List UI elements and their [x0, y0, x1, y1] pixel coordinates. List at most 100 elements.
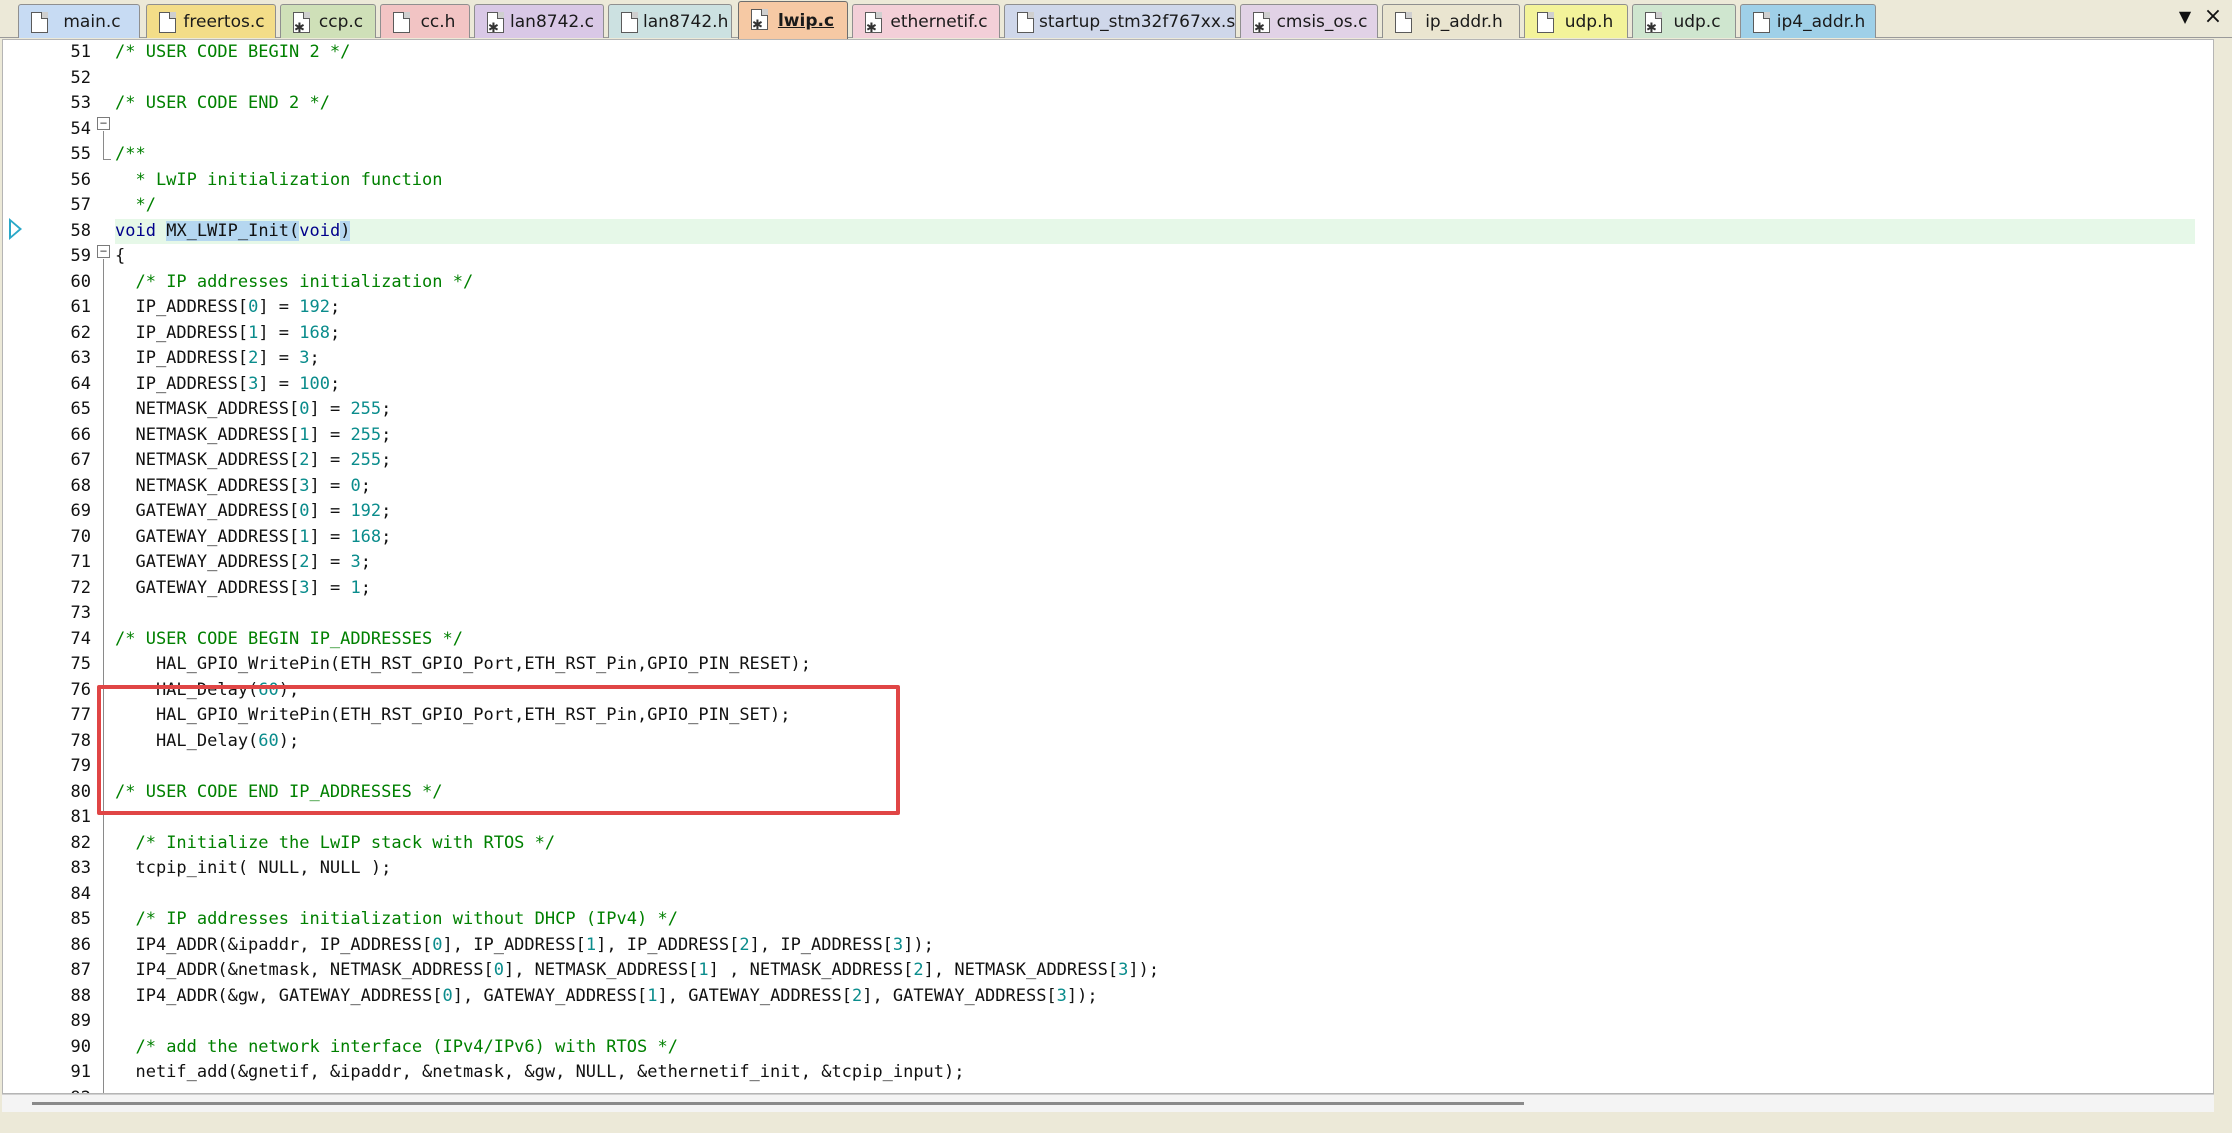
tab-ccp-c[interactable]: ccp.c — [280, 4, 376, 38]
horizontal-scrollbar-thumb[interactable] — [32, 1102, 1524, 1105]
code-line[interactable]: NETMASK_ADDRESS[3] = 0; — [115, 474, 2195, 500]
code-token: ], IP_ADDRESS[ — [749, 934, 893, 955]
code-line[interactable]: GATEWAY_ADDRESS[3] = 1; — [115, 576, 2195, 602]
code-line[interactable]: /* add the network interface (IPv4/IPv6)… — [115, 1035, 2195, 1061]
file-tab-bar: main.c freertos.c ccp.c cc.h lan8742.c lan874… — [0, 0, 2232, 39]
code-line[interactable]: void MX_LWIP_Init(void) — [115, 218, 2195, 244]
code-line[interactable]: */ — [115, 193, 2195, 219]
code-line[interactable] — [115, 66, 2195, 92]
code-token: ] = — [309, 475, 351, 496]
fold-margin[interactable]: − − — [93, 40, 113, 1093]
code-line[interactable]: IP_ADDRESS[0] = 192; — [115, 295, 2195, 321]
tab-ip-addr-h[interactable]: ip_addr.h — [1382, 4, 1520, 38]
chevron-down-icon[interactable]: ▼ — [2174, 6, 2196, 28]
line-number: 73 — [70, 603, 91, 623]
code-token: ); — [278, 730, 300, 751]
tab-ethernetif-c[interactable]: ethernetif.c — [852, 4, 1000, 38]
tab-cmsis-os-c[interactable]: cmsis_os.c — [1240, 4, 1378, 38]
code-line[interactable]: IP_ADDRESS[2] = 3; — [115, 346, 2195, 372]
code-line[interactable]: HAL_GPIO_WritePin(ETH_RST_GPIO_Port,ETH_… — [115, 652, 2195, 678]
code-line[interactable] — [115, 117, 2195, 143]
horizontal-scrollbar[interactable] — [2, 1094, 2214, 1112]
code-token: /* add the network interface (IPv4/IPv6)… — [135, 1036, 678, 1057]
close-icon[interactable]: × — [2202, 6, 2224, 28]
code-token: 2 — [248, 348, 259, 368]
tab-lan8742-c[interactable]: lan8742.c — [474, 4, 604, 38]
code-line[interactable]: { — [115, 244, 2195, 270]
line-number: 91 — [70, 1062, 91, 1082]
code-line[interactable]: GATEWAY_ADDRESS[2] = 3; — [115, 550, 2195, 576]
code-token: HAL_Delay( — [115, 730, 259, 751]
code-token: /** — [115, 144, 146, 164]
code-line[interactable] — [115, 805, 2195, 831]
code-line[interactable]: /* IP addresses initialization without D… — [115, 907, 2195, 933]
code-line[interactable]: /* USER CODE BEGIN 2 */ — [115, 40, 2195, 66]
code-token: 1 — [647, 985, 658, 1006]
code-line[interactable]: /* USER CODE END IP_ADDRESSES */ — [115, 780, 2195, 806]
code-line[interactable]: /** — [115, 142, 2195, 168]
code-line[interactable]: NETMASK_ADDRESS[1] = 255; — [115, 423, 2195, 449]
code-line[interactable]: tcpip_init( NULL, NULL ); — [115, 856, 2195, 882]
code-line[interactable]: IP4_ADDR(&ipaddr, IP_ADDRESS[0], IP_ADDR… — [115, 933, 2195, 959]
code-line[interactable]: IP4_ADDR(&netmask, NETMASK_ADDRESS[0], N… — [115, 958, 2195, 984]
code-token: IP4_ADDR(&gw, GATEWAY_ADDRESS[ — [115, 985, 443, 1006]
code-line[interactable]: HAL_Delay(60); — [115, 678, 2195, 704]
code-line[interactable]: NETMASK_ADDRESS[0] = 255; — [115, 397, 2195, 423]
tab-lan8742-h[interactable]: lan8742.h — [608, 4, 732, 38]
fold-guide — [103, 131, 104, 159]
code-line[interactable]: IP4_ADDR(&gw, GATEWAY_ADDRESS[0], GATEWA… — [115, 984, 2195, 1010]
code-line[interactable]: /* USER CODE BEGIN IP_ADDRESSES */ — [115, 627, 2195, 653]
code-token: 2 — [299, 552, 310, 572]
tab-label: main.c — [63, 12, 121, 32]
code-line[interactable]: HAL_Delay(60); — [115, 729, 2195, 755]
code-line[interactable]: HAL_GPIO_WritePin(ETH_RST_GPIO_Port,ETH_… — [115, 703, 2195, 729]
code-line[interactable]: GATEWAY_ADDRESS[0] = 192; — [115, 499, 2195, 525]
tab-udp-c[interactable]: udp.c — [1632, 4, 1736, 38]
code-token: ], GATEWAY_ADDRESS[ — [657, 985, 852, 1006]
tab-udp-h[interactable]: udp.h — [1524, 4, 1628, 38]
code-line[interactable]: * LwIP initialization function — [115, 168, 2195, 194]
code-area[interactable]: /* USER CODE BEGIN 2 */ /* USER CODE END … — [115, 40, 2195, 1093]
breakpoint-margin[interactable] — [3, 40, 29, 1093]
tab-startup-stm32f767xx-s[interactable]: startup_stm32f767xx.s — [1004, 4, 1236, 38]
fold-toggle-icon[interactable]: − — [97, 245, 110, 258]
code-line[interactable]: GATEWAY_ADDRESS[1] = 168; — [115, 525, 2195, 551]
tab-cc-h[interactable]: cc.h — [380, 4, 470, 38]
code-line[interactable] — [115, 1086, 2195, 1094]
code-line[interactable]: /* IP addresses initialization */ — [115, 270, 2195, 296]
line-number: 82 — [70, 832, 91, 853]
line-number: 56 — [70, 169, 91, 190]
tab-label: ip_addr.h — [1425, 12, 1503, 32]
code-line[interactable] — [115, 1009, 2195, 1035]
line-number: 65 — [70, 399, 91, 419]
code-line[interactable]: /* USER CODE END 2 */ — [115, 91, 2195, 117]
tab-freertos-c[interactable]: freertos.c — [146, 4, 276, 38]
tab-lwip-c[interactable]: lwip.c — [738, 1, 848, 39]
code-line[interactable] — [115, 601, 2195, 627]
tab-ip4-addr-h[interactable]: ip4_addr.h — [1740, 4, 1876, 38]
code-token: 255 — [350, 450, 382, 470]
code-token: ; — [309, 348, 320, 368]
code-line[interactable] — [115, 754, 2195, 780]
vertical-scrollbar-thumb[interactable] — [2213, 340, 2214, 540]
line-number: 69 — [70, 501, 91, 521]
code-line[interactable] — [115, 882, 2195, 908]
code-token: 2 — [851, 985, 863, 1006]
fold-toggle-icon[interactable]: − — [97, 117, 110, 130]
tab-main-c[interactable]: main.c — [18, 4, 140, 38]
code-line[interactable]: netif_add(&gnetif, &ipaddr, &netmask, &g… — [115, 1060, 2195, 1086]
code-token: 3 — [350, 552, 361, 572]
code-token: 0 — [248, 297, 259, 317]
code-editor[interactable]: 51 52 53 54 55 56 57 58 59 60 61 62 63 64 65 66 67 68 69 70… — [2, 39, 2214, 1094]
code-token: 3 — [892, 934, 904, 955]
line-number: 86 — [70, 934, 91, 955]
code-line[interactable]: NETMASK_ADDRESS[2] = 255; — [115, 448, 2195, 474]
code-line[interactable]: /* Initialize the LwIP stack with RTOS *… — [115, 831, 2195, 857]
code-line[interactable]: IP_ADDRESS[1] = 168; — [115, 321, 2195, 347]
code-token: void — [299, 220, 341, 241]
tab-label: ethernetif.c — [890, 12, 988, 32]
code-line[interactable]: IP_ADDRESS[3] = 100; — [115, 372, 2195, 398]
line-number: 58 — [70, 220, 91, 241]
code-token: ; — [381, 424, 392, 445]
